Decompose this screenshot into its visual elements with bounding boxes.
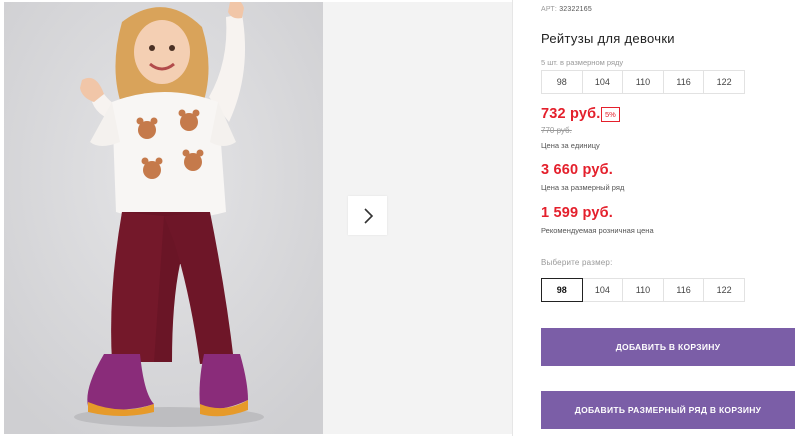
panel-divider [512, 0, 513, 436]
size-option-122[interactable]: 122 [703, 278, 745, 302]
size-row-cell: 98 [541, 70, 583, 94]
product-title: Рейтузы для девочки [541, 31, 675, 46]
size-row-cell: 110 [622, 70, 664, 94]
size-option-98[interactable]: 98 [541, 278, 583, 302]
row-price: 3 660 руб. [541, 162, 614, 178]
retail-price-note: Рекомендуемая розничная цена [541, 226, 654, 235]
article-value: 32322165 [559, 6, 592, 13]
unit-price-note: Цена за единицу [541, 141, 600, 150]
size-row-composition: 98 104 110 116 122 [541, 70, 745, 94]
size-row-label: 5 шт. в размерном ряду [541, 58, 624, 67]
size-option-104[interactable]: 104 [581, 278, 624, 302]
discount-badge: 5% [601, 107, 620, 122]
add-to-cart-button[interactable]: ДОБАВИТЬ В КОРЗИНУ [541, 328, 795, 366]
row-price-note: Цена за размерный ряд [541, 183, 625, 192]
old-price: 770 руб. [541, 126, 572, 135]
size-selector: 98 104 110 116 122 [541, 278, 745, 302]
add-size-row-to-cart-button[interactable]: ДОБАВИТЬ РАЗМЕРНЫЙ РЯД В КОРЗИНУ [541, 391, 795, 429]
size-row-cell: 122 [703, 70, 745, 94]
article-label: АРТ: [541, 6, 558, 13]
product-gallery [0, 0, 512, 436]
unit-price: 732 руб. [541, 106, 601, 122]
size-option-110[interactable]: 110 [622, 278, 664, 302]
size-option-116[interactable]: 116 [662, 278, 705, 302]
product-photo[interactable] [4, 2, 323, 434]
chevron-right-icon [363, 207, 373, 224]
size-row-cell: 116 [662, 70, 705, 94]
retail-price: 1 599 руб. [541, 205, 614, 221]
next-image-button[interactable] [348, 196, 387, 235]
article-number: АРТ: 32322165 [541, 6, 592, 13]
size-row-cell: 104 [581, 70, 624, 94]
choose-size-label: Выберите размер: [541, 258, 613, 267]
girl-illustration [4, 2, 323, 434]
